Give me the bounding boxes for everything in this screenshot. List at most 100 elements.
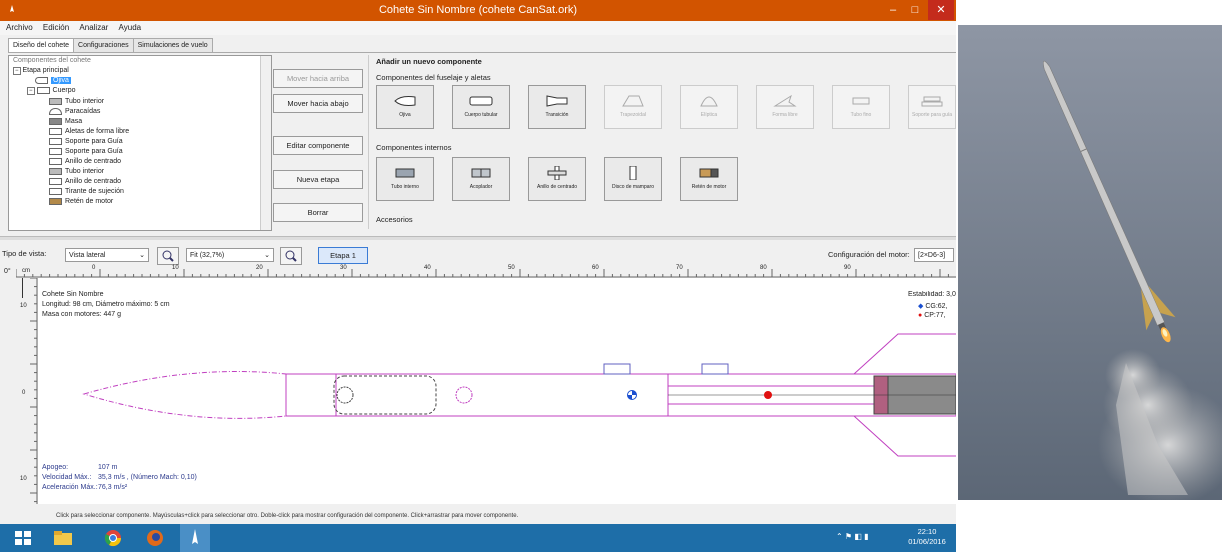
title-bar: Cohete Sin Nombre (cohete CanSat.ork) – …	[0, 0, 956, 21]
minimize-button[interactable]: –	[882, 0, 904, 20]
body-tube-icon	[36, 86, 50, 94]
apogee-row: Apogeo: 107 m	[42, 464, 118, 471]
centering-ring-icon	[547, 166, 567, 180]
cp-readout: ● CP:77,	[918, 312, 946, 319]
mass-symbol	[455, 386, 473, 404]
motor-config-label: Configuración del motor:	[828, 250, 910, 259]
elliptical-fin-icon	[700, 96, 718, 107]
view-type-label: Tipo de vista:	[2, 249, 47, 258]
launch-lug-icon	[921, 96, 943, 107]
view-type-select[interactable]: Vista lateral ⌄	[65, 248, 149, 262]
ruler-slider[interactable]	[16, 278, 23, 298]
add-freeform-fins-button[interactable]: Forma libre	[756, 85, 814, 129]
freeform-fin-icon	[773, 94, 797, 107]
zoom-select[interactable]: Fit (32,7%) ⌄	[186, 248, 274, 262]
ruler-tick-label: 10	[172, 265, 179, 271]
add-engine-block-button[interactable]: Retén de motor	[680, 157, 738, 201]
close-button[interactable]: ✕	[928, 0, 954, 20]
add-tube-fins-button[interactable]: Tubo fino	[832, 85, 890, 129]
add-nosecone-button[interactable]: Ojiva	[376, 85, 434, 129]
tree-item-inner-tube-2[interactable]: Tubo interior	[49, 167, 104, 176]
centering-ring-icon	[49, 157, 62, 165]
tree-item-parachute[interactable]: Paracaídas	[49, 107, 100, 116]
engine-block-icon	[49, 197, 62, 205]
windows-start-icon[interactable]	[12, 528, 34, 548]
magnifier-icon	[285, 250, 297, 262]
tree-item-inner-tube[interactable]: Tubo interior	[49, 97, 104, 106]
rocket-length: Longitud: 98 cm, Diámetro máximo: 5 cm	[42, 301, 170, 308]
shock-cord-icon	[49, 187, 62, 195]
tab-rocket-design[interactable]: Diseño del cohete	[8, 38, 75, 52]
rocket-figure-canvas[interactable]: Cohete Sin Nombre Longitud: 98 cm, Diáme…	[38, 278, 956, 504]
add-inner-tube-button[interactable]: Tubo interno	[376, 157, 434, 201]
menu-edicion[interactable]: Edición	[43, 21, 69, 35]
parachute-symbol	[336, 386, 354, 404]
tree-item-freeform-fins[interactable]: Aletas de forma libre	[49, 127, 129, 136]
tree-item-stage[interactable]: − Etapa principal	[13, 66, 69, 76]
system-tray-icons[interactable]: ⌃ ⚑ ◧ ▮	[836, 532, 869, 541]
clock-date: 01/06/2016	[908, 537, 946, 546]
menu-ayuda[interactable]: Ayuda	[119, 21, 142, 35]
tree-item-launch-lug-1[interactable]: Soporte para Guía	[49, 137, 123, 146]
launch-lug-1	[603, 363, 631, 375]
rocket-mass: Masa con motores: 447 g	[42, 311, 121, 318]
edit-component-button[interactable]: Editar componente	[273, 136, 363, 155]
add-elliptical-fins-button[interactable]: Elíptica	[680, 85, 738, 129]
zoom-in-button[interactable]	[157, 247, 179, 265]
tree-item-engine-block[interactable]: Retén de motor	[49, 197, 113, 206]
maximize-button[interactable]: □	[904, 0, 926, 20]
chevron-down-icon: ⌄	[264, 252, 270, 259]
add-launch-lug-button[interactable]: Soporte para guía	[908, 85, 956, 129]
component-tree[interactable]: Componentes del cohete − Etapa principal …	[8, 55, 272, 231]
tree-item-shock-cord[interactable]: Tirante de sujeción	[49, 187, 124, 196]
openrocket-taskbar-icon[interactable]	[180, 524, 210, 552]
zoom-out-button[interactable]	[280, 247, 302, 265]
panel-divider	[368, 55, 369, 229]
splitter[interactable]	[0, 236, 956, 240]
ruler-tick-label: 70	[676, 265, 683, 271]
inner-tube-icon	[395, 168, 415, 178]
add-centering-ring-button[interactable]: Anillo de centrado	[528, 157, 586, 201]
inner-tube-icon	[49, 167, 62, 175]
stability-readout: Estabilidad: 3,0	[908, 291, 956, 298]
chrome-icon[interactable]	[102, 528, 124, 548]
file-explorer-icon[interactable]	[52, 528, 74, 548]
horizontal-ruler	[16, 269, 956, 278]
tab-configurations[interactable]: Configuraciones	[73, 38, 134, 52]
coupler-icon	[471, 168, 491, 178]
menu-archivo[interactable]: Archivo	[6, 21, 33, 35]
delete-button[interactable]: Borrar	[273, 203, 363, 222]
motor-config-select[interactable]: [2×D6-3]	[914, 248, 954, 262]
add-coupler-button[interactable]: Acoplador	[452, 157, 510, 201]
tree-item-launch-lug-2[interactable]: Soporte para Guía	[49, 147, 123, 156]
tree-item-centering-ring-2[interactable]: Anillo de centrado	[49, 177, 121, 186]
magnifier-icon	[162, 250, 174, 262]
tab-flight-simulations[interactable]: Simulaciones de vuelo	[132, 38, 213, 52]
angle-readout: 0°	[4, 268, 11, 275]
tree-item-centering-ring-1[interactable]: Anillo de centrado	[49, 157, 121, 166]
tree-scrollbar[interactable]	[260, 56, 271, 230]
rocket-launch-photo	[958, 25, 1222, 500]
launch-lug-2	[701, 363, 729, 375]
add-bulkhead-button[interactable]: Disco de mamparo	[604, 157, 662, 201]
tree-item-body[interactable]: − Cuerpo	[27, 86, 75, 96]
add-trapezoidal-fins-button[interactable]: Trapezoidal	[604, 85, 662, 129]
stage-1-toggle[interactable]: Etapa 1	[318, 247, 368, 264]
tree-item-mass[interactable]: Masa	[49, 117, 82, 126]
ruler-vtick-label: 10	[20, 303, 27, 309]
new-stage-button[interactable]: Nueva etapa	[273, 170, 363, 189]
firefox-icon[interactable]	[144, 528, 166, 548]
ruler-tick-label: 80	[760, 265, 767, 271]
view-toolbar: Tipo de vista: Vista lateral ⌄ Fit (32,7%…	[0, 245, 956, 267]
body-tube-icon	[469, 96, 493, 106]
add-body-tube-button[interactable]: Cuerpo tubular	[452, 85, 510, 129]
openrocket-window: Cohete Sin Nombre (cohete CanSat.ork) – …	[0, 0, 956, 552]
menu-analizar[interactable]: Analizar	[79, 21, 108, 35]
add-transition-button[interactable]: Transición	[528, 85, 586, 129]
clock[interactable]: 22:10 01/06/2016	[900, 527, 954, 547]
engine-block-icon	[699, 168, 719, 178]
tree-item-nosecone[interactable]: Ojiva	[35, 76, 71, 85]
window-title: Cohete Sin Nombre (cohete CanSat.ork)	[378, 4, 578, 16]
move-up-button[interactable]: Mover hacia arriba	[273, 69, 363, 88]
move-down-button[interactable]: Mover hacia abajo	[273, 94, 363, 113]
